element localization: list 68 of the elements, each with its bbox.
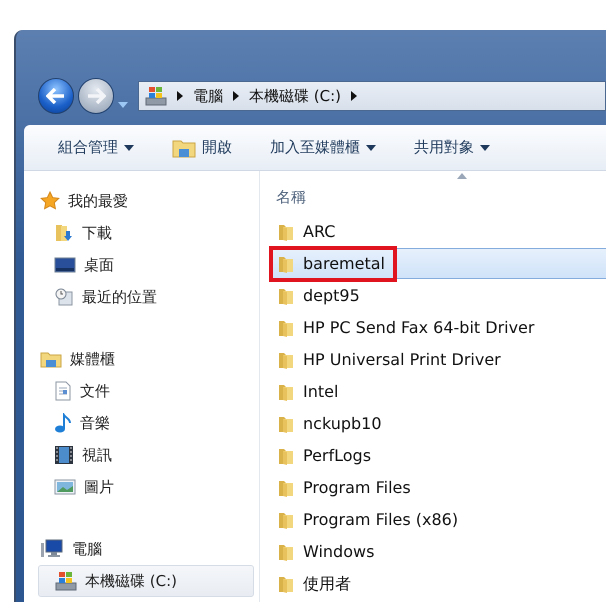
arrow-right-icon	[86, 88, 106, 104]
sidebar-item[interactable]: 桌面	[38, 249, 254, 281]
toolbar-button[interactable]: 開啟	[164, 132, 240, 163]
folder-icon	[277, 478, 295, 496]
file-row[interactable]: Program Files	[270, 472, 606, 503]
music-note-icon	[54, 413, 72, 433]
folder-icon	[277, 574, 295, 592]
folder-download-icon	[54, 223, 74, 243]
sidebar-item[interactable]: 下載	[38, 217, 254, 249]
folder-icon	[277, 254, 295, 272]
toolbar-button[interactable]: 共用對象	[406, 132, 498, 163]
file-row[interactable]: HP PC Send Fax 64-bit Driver	[270, 312, 606, 343]
folder-icon	[277, 350, 295, 368]
file-row[interactable]: ARC	[270, 216, 606, 247]
folder-icon	[277, 286, 295, 304]
sidebar-item[interactable]: 電腦	[38, 533, 254, 565]
library-folder-icon	[40, 350, 62, 368]
clock-document-icon	[54, 287, 74, 307]
breadcrumb[interactable]: 本機磁碟 (C:)	[249, 84, 341, 108]
caret-down-icon	[480, 144, 490, 150]
folder-icon	[277, 542, 295, 560]
picture-icon	[54, 478, 76, 496]
address-bar[interactable]: 電腦 本機磁碟 (C:)	[138, 81, 606, 111]
breadcrumb[interactable]: 電腦	[193, 84, 223, 108]
folder-icon	[277, 414, 295, 432]
caret-down-icon	[124, 144, 134, 150]
chevron-right-icon	[351, 91, 357, 101]
folder-icon	[277, 222, 295, 240]
chevron-right-icon	[233, 91, 239, 101]
sidebar-item[interactable]: 圖片	[38, 471, 254, 503]
column-header[interactable]: 名稱	[270, 171, 606, 215]
arrow-left-icon	[46, 88, 66, 104]
file-row[interactable]: Program Files (x86)	[270, 504, 606, 535]
file-row[interactable]: nckupb10	[270, 408, 606, 439]
file-row[interactable]: Windows	[270, 536, 606, 567]
sidebar-item[interactable]: 文件	[38, 375, 254, 407]
folder-icon	[277, 382, 295, 400]
document-icon	[54, 381, 72, 401]
file-row[interactable]: Intel	[270, 376, 606, 407]
drive-icon	[145, 86, 167, 106]
forward-button[interactable]	[78, 78, 114, 114]
folder-icon	[277, 446, 295, 464]
sidebar-item[interactable]: 視訊	[38, 439, 254, 471]
sidebar-item[interactable]: 音樂	[38, 407, 254, 439]
sidebar-item[interactable]: 本機磁碟 (C:)	[38, 565, 254, 597]
file-row[interactable]: 使用者	[270, 568, 606, 599]
computer-icon	[40, 539, 64, 559]
star-icon	[40, 191, 60, 211]
file-row[interactable]: dept95	[270, 280, 606, 311]
film-strip-icon	[54, 445, 74, 465]
sidebar-item[interactable]: 媒體櫃	[38, 343, 254, 375]
toolbar-button[interactable]: 組合管理	[50, 132, 142, 163]
toolbar-button[interactable]: 加入至媒體櫃	[262, 132, 384, 163]
drive-icon	[55, 571, 77, 591]
back-button[interactable]	[38, 78, 74, 114]
caret-down-icon	[118, 102, 128, 108]
folder-icon	[172, 138, 196, 158]
file-row[interactable]: PerfLogs	[270, 440, 606, 471]
folder-icon	[277, 510, 295, 528]
sidebar-item[interactable]: 最近的位置	[38, 281, 254, 313]
sidebar-item[interactable]: 我的最愛	[38, 185, 254, 217]
folder-icon	[277, 318, 295, 336]
highlight-annotation: baremetal	[273, 250, 393, 278]
caret-down-icon	[366, 144, 376, 150]
file-row[interactable]: HP Universal Print Driver	[270, 344, 606, 375]
file-row[interactable]: baremetal	[270, 248, 606, 279]
chevron-right-icon	[177, 91, 183, 101]
desktop-icon	[54, 256, 76, 274]
